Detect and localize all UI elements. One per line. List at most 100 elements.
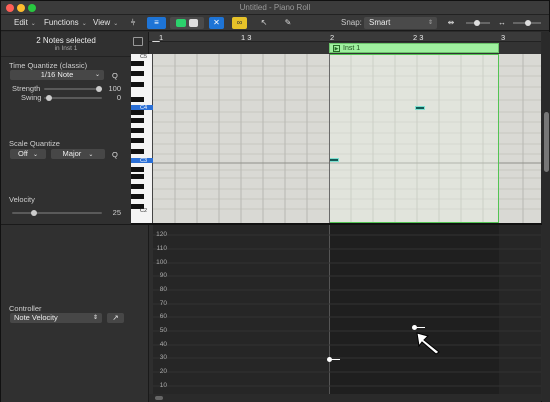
velocity-tick: 50 [159, 327, 167, 334]
controller-value: Note Velocity [14, 313, 58, 322]
time-quantize-value: 1/16 Note [40, 70, 74, 79]
horizontal-zoom-slider[interactable] [513, 17, 541, 29]
timeline-ruler[interactable]: 1 1 3 2 2 3 3 [149, 32, 541, 42]
scale-type-value: Major [62, 149, 82, 158]
black-key[interactable] [131, 97, 144, 102]
time-quantize-select[interactable]: 1/16 Note ⌄ [10, 70, 104, 80]
controller-select[interactable]: Note Velocity ⇕ [10, 313, 102, 323]
scale-off-select[interactable]: Off ⌄ [10, 149, 46, 159]
velocity-stem [331, 359, 340, 360]
snap-select[interactable]: Smart ⇕ [364, 17, 437, 29]
horizontal-fit-icon[interactable]: ⇹ [444, 17, 458, 29]
time-quantize-label: Time Quantize (classic) [9, 61, 88, 70]
horizontal-scroll-thumb[interactable] [155, 396, 163, 400]
region-edit-toggle[interactable] [170, 17, 204, 29]
velocity-label: Velocity [9, 195, 35, 204]
black-key[interactable] [131, 194, 144, 199]
collapse-inspector-icon[interactable] [133, 37, 143, 46]
link-icon[interactable]: ∞ [232, 17, 247, 29]
vertical-zoom-slider[interactable] [466, 17, 490, 29]
swing-knob[interactable] [46, 95, 52, 101]
view-menu-label: View [93, 18, 111, 27]
velocity-lane[interactable]: 120 110 100 90 80 70 60 50 40 30 20 10 [149, 225, 541, 402]
chevron-down-icon: ⌄ [32, 152, 38, 158]
pencil-tool-icon[interactable]: ✎ [279, 17, 297, 29]
region-name: Inst 1 [343, 45, 361, 52]
velocity-tick: 100 [156, 259, 167, 266]
functions-menu[interactable]: Functions ⌄ [44, 17, 87, 29]
region-header-inst1[interactable]: ▶ Inst 1 [329, 43, 499, 53]
velocity-tick: 20 [159, 368, 167, 375]
black-key[interactable] [131, 138, 144, 143]
selection-subtitle: in Inst 1 [54, 45, 78, 52]
black-key[interactable] [131, 149, 144, 154]
catch-mode-button[interactable]: ≡ [147, 17, 166, 29]
chevron-updown-icon: ⇕ [92, 315, 98, 321]
black-key[interactable] [131, 71, 144, 76]
vertical-scrollbar[interactable] [542, 32, 550, 402]
velocity-value: 25 [112, 208, 121, 217]
scale-quantize-q-button[interactable]: Q [112, 150, 118, 159]
ruler-mark: 1 3 [241, 33, 252, 42]
close-window-icon[interactable] [6, 4, 14, 12]
velocity-tick: 30 [159, 354, 167, 361]
chevron-updown-icon: ⇕ [427, 20, 433, 26]
curve-button[interactable]: ↗ [107, 313, 124, 323]
region-inst1[interactable] [329, 54, 499, 223]
strength-value: 100 [108, 84, 121, 93]
key-label-c4: C4 [140, 105, 148, 111]
edit-menu-label: Edit [14, 18, 28, 27]
black-key[interactable] [131, 167, 144, 172]
velocity-tick: 80 [159, 286, 167, 293]
window-title: Untitled - Piano Roll [239, 3, 311, 12]
horizontal-zoom-icon[interactable]: ↔ [495, 17, 509, 29]
pointer-cursor-icon [416, 332, 440, 355]
edit-menu[interactable]: Edit ⌄ [14, 17, 36, 29]
velocity-tick: 60 [159, 313, 167, 320]
ruler-mark: 2 3 [413, 33, 424, 42]
strength-knob[interactable] [96, 86, 102, 92]
black-key[interactable] [131, 61, 144, 66]
black-key[interactable] [131, 174, 144, 179]
black-key[interactable] [131, 184, 144, 189]
swing-slider[interactable] [44, 95, 102, 101]
minimize-window-icon[interactable] [17, 4, 25, 12]
horizontal-scrollbar[interactable] [149, 394, 541, 402]
black-key[interactable] [131, 128, 144, 133]
velocity-tick: 120 [156, 231, 167, 238]
chevron-down-icon: ⌄ [94, 72, 100, 78]
velocity-tick: 90 [159, 272, 167, 279]
link-filter-button[interactable]: ✕ [209, 17, 224, 29]
piano-keyboard[interactable]: C5 C4 C3 C2 [131, 54, 153, 223]
note-grid[interactable] [153, 54, 541, 223]
horizontal-zoom-knob[interactable] [525, 20, 531, 26]
zoom-window-icon[interactable] [28, 4, 36, 12]
swing-label: Swing [21, 93, 42, 102]
ruler-mark: 2 [330, 33, 335, 42]
midi-note[interactable] [329, 158, 339, 162]
vertical-scroll-thumb[interactable] [544, 112, 549, 172]
scale-type-select[interactable]: Major ⌄ [51, 149, 105, 159]
ruler-mark: 3 [501, 33, 506, 42]
black-key[interactable] [131, 82, 144, 87]
view-menu[interactable]: View ⌄ [93, 17, 118, 29]
velocity-tick: 110 [156, 245, 167, 252]
vertical-zoom-knob[interactable] [474, 20, 480, 26]
region-header-bar: ▶ Inst 1 [149, 42, 541, 54]
black-key[interactable] [131, 118, 144, 123]
velocity-tick: 10 [159, 382, 167, 389]
time-quantize-q-button[interactable]: Q [112, 71, 118, 80]
midi-note[interactable] [415, 106, 425, 110]
scale-quantize-label: Scale Quantize [9, 139, 60, 148]
midi-in-icon[interactable]: ⫩ [126, 17, 140, 29]
region-play-icon: ▶ [333, 45, 340, 52]
snap-value: Smart [369, 18, 391, 27]
snap-label: Snap: [341, 18, 362, 27]
title-bar: Untitled - Piano Roll [1, 1, 549, 15]
velocity-stem [416, 327, 425, 328]
pointer-tool-icon[interactable]: ↖ [255, 17, 273, 29]
strength-slider[interactable] [44, 86, 102, 92]
key-label-c3: C3 [140, 158, 148, 164]
velocity-knob[interactable] [31, 210, 37, 216]
velocity-slider[interactable] [12, 210, 102, 216]
